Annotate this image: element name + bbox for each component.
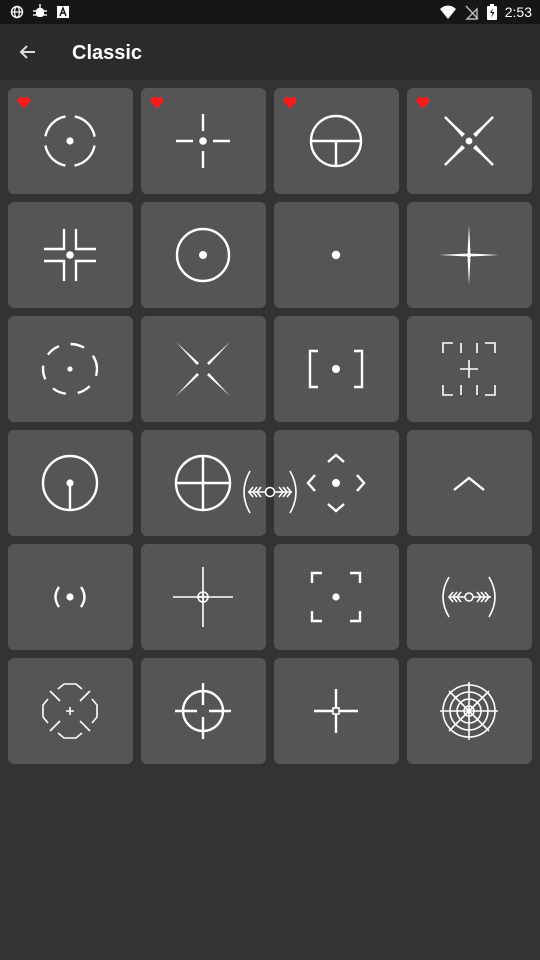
crosshair-tile-7[interactable] (274, 202, 399, 308)
chevron-up-crosshair-icon (453, 476, 485, 491)
diagonal-x-dot-crosshair-icon (444, 116, 494, 166)
status-right-icons: 2:53 (439, 3, 532, 21)
crosshair-tile-2[interactable] (141, 88, 266, 194)
crosshair-tile-19[interactable] (274, 544, 399, 650)
crosshair-tile-6[interactable] (141, 202, 266, 308)
crosshair-tile-12[interactable] (407, 316, 532, 422)
frame-corners-small-cross-crosshair-icon (442, 342, 496, 396)
crosshair-tile-10[interactable] (141, 316, 266, 422)
status-bar: 2:53 (0, 0, 540, 24)
circle-cross-scope-crosshair-icon (175, 683, 231, 739)
diamond-chevrons-dot-crosshair-icon (306, 453, 366, 513)
crosshair-tile-4[interactable] (407, 88, 532, 194)
favorite-heart-icon (150, 96, 164, 109)
crosshair-tile-17[interactable] (8, 544, 133, 650)
favorite-heart-icon (416, 96, 430, 109)
crosshair-tile-3[interactable] (274, 88, 399, 194)
corner-brackets-dot-crosshair-icon (44, 229, 96, 281)
crosshair-tile-22[interactable] (141, 658, 266, 764)
square-corners-dot-crosshair-icon (310, 571, 362, 623)
cross-gap-dot-crosshair-icon (176, 114, 230, 168)
page-title: Classic (72, 42, 143, 64)
font-icon (57, 6, 69, 18)
crosshair-tile-20[interactable] (407, 544, 532, 650)
parentheses-dot-crosshair-icon (54, 586, 86, 608)
bug-icon (33, 4, 47, 17)
battery-icon (486, 4, 497, 20)
square-brackets-dot-crosshair-icon (308, 349, 364, 389)
no-sim-icon (465, 5, 479, 20)
broken-circle-dot-crosshair-icon (43, 114, 97, 168)
plus-small-square-crosshair-icon (314, 689, 358, 733)
crosshair-tile-13[interactable] (8, 430, 133, 536)
dashed-circle-dot-crosshair-icon (41, 342, 99, 396)
crosshair-tile-16[interactable] (407, 430, 532, 536)
crosshair-tile-8[interactable] (407, 202, 532, 308)
status-time: 2:53 (504, 4, 532, 20)
circle-full-cross-crosshair-icon (174, 454, 232, 512)
arcs-arrows-circle-crosshair-icon (442, 576, 496, 618)
crosshair-grid (8, 88, 532, 764)
radar-reticle-crosshair-icon (440, 682, 498, 740)
rounded-diamond-plus-crosshair-icon (42, 683, 98, 739)
crosshair-tile-23[interactable] (274, 658, 399, 764)
crosshair-tile-18[interactable] (141, 544, 266, 650)
diagonal-blades-crosshair-icon (176, 342, 230, 396)
favorite-heart-icon (17, 96, 31, 109)
crosshair-tile-11[interactable] (274, 316, 399, 422)
dragging-crosshair-icon[interactable] (240, 469, 300, 515)
long-cross-small-circle-crosshair-icon (173, 567, 233, 627)
single-dot-crosshair-icon (331, 250, 341, 260)
crosshair-tile-5[interactable] (8, 202, 133, 308)
crosshair-tile-24[interactable] (407, 658, 532, 764)
app-bar: Classic (0, 24, 540, 80)
arrow-back-icon (19, 45, 35, 59)
favorite-heart-icon (283, 96, 297, 109)
crosshair-tile-1[interactable] (8, 88, 133, 194)
crosshair-tile-21[interactable] (8, 658, 133, 764)
globe-icon (10, 5, 24, 19)
status-left-icons (10, 4, 70, 20)
circle-t-scope-crosshair-icon (309, 114, 363, 168)
tapered-star-cross-crosshair-icon (439, 225, 499, 285)
crosshair-tile-9[interactable] (8, 316, 133, 422)
circle-vertical-line-dot-crosshair-icon (41, 454, 99, 512)
wifi-icon (439, 5, 456, 19)
circle-dot-crosshair-icon (175, 227, 231, 283)
back-button[interactable] (10, 34, 46, 70)
